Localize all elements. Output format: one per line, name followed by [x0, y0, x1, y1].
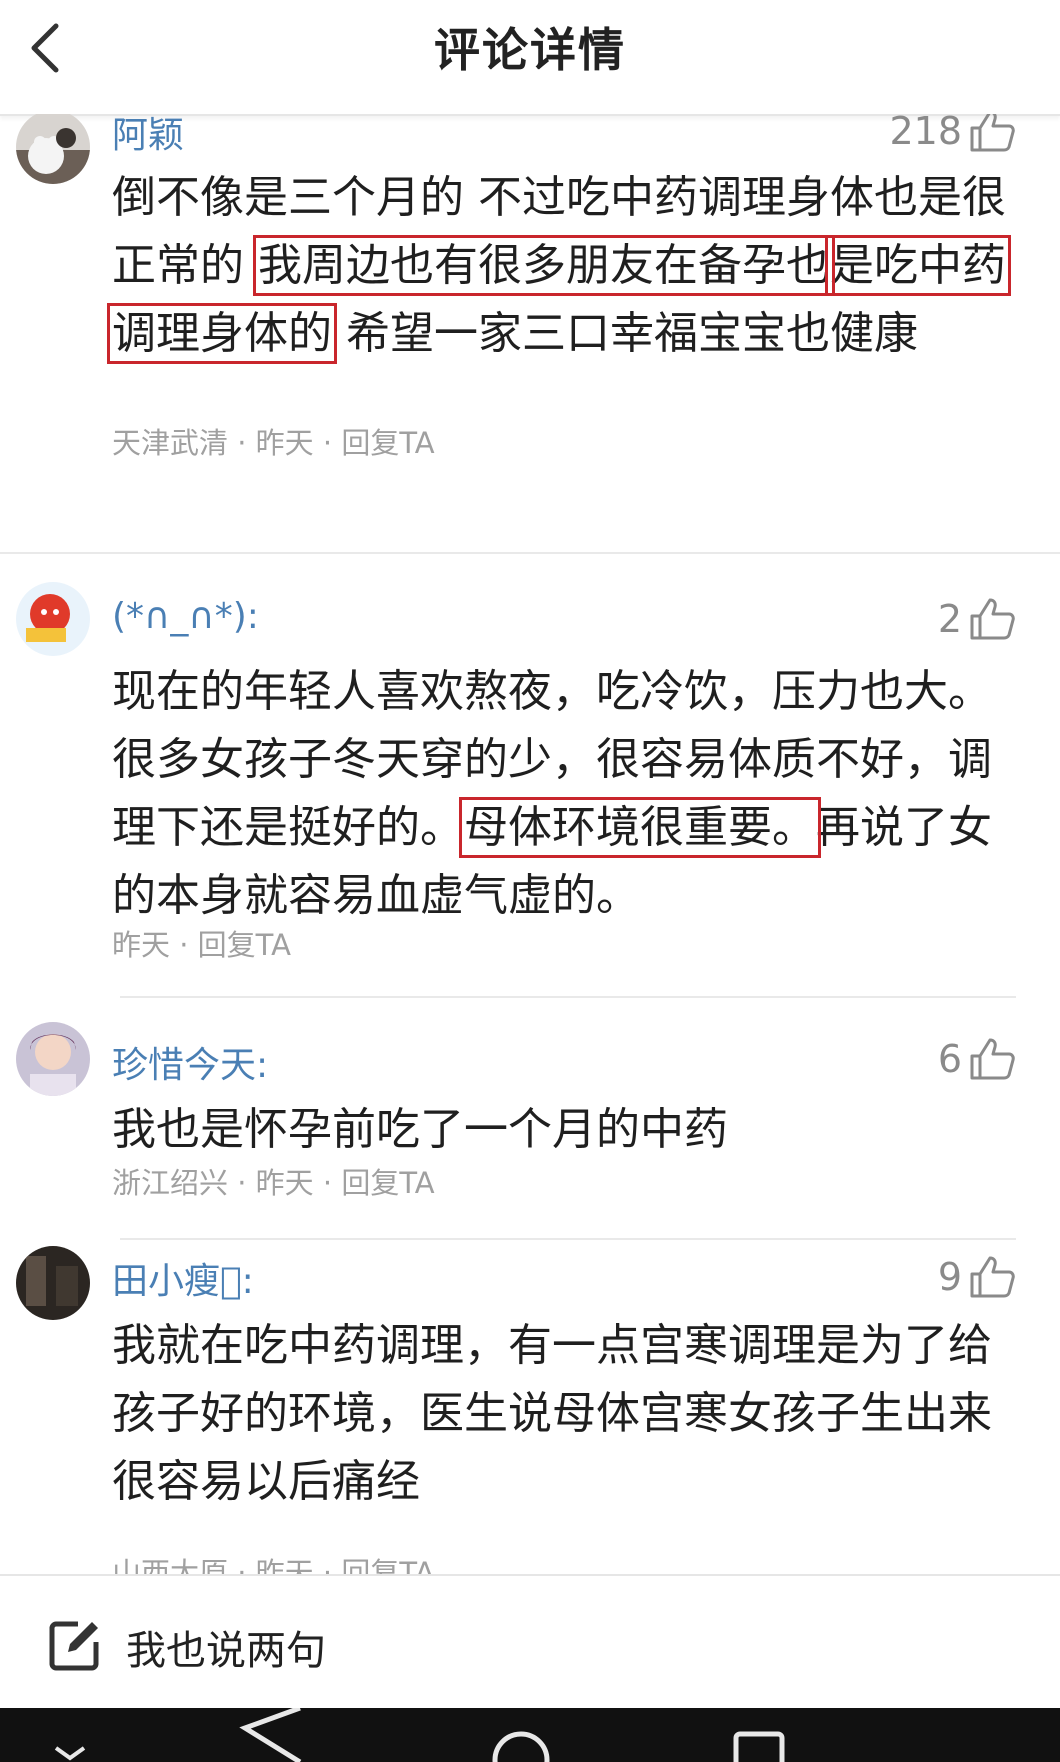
comment-text: 我就在吃中药调理，有一点宫寒调理是为了给孩子好的环境，医生说母体宫寒女孩子生出来… [112, 1312, 1032, 1516]
separator: · [322, 426, 333, 460]
circle-home-icon[interactable] [492, 1731, 550, 1762]
commenter-name[interactable]: 阿颖 [112, 114, 184, 158]
comment-meta: 天津武清 · 昨天 · 回复TA [112, 420, 435, 462]
comment-meta: 山西太原 · 昨天 · 回复TA [112, 1550, 435, 1574]
divider [120, 996, 1016, 998]
like-count: 2 [937, 597, 962, 641]
timestamp: 昨天 [112, 928, 171, 962]
thumb-up-icon[interactable] [968, 114, 1016, 154]
like-button[interactable]: 2 [938, 596, 1016, 642]
like-count: 218 [889, 114, 962, 153]
highlighted-text: 我周边也有很多朋友在备孕也 [253, 235, 835, 296]
timestamp: 昨天 [255, 1166, 314, 1200]
location: 天津武清 [112, 426, 229, 460]
avatar[interactable] [16, 1022, 90, 1096]
page-title: 评论详情 [434, 23, 626, 77]
top-bar: 评论详情 [0, 0, 1060, 116]
edit-icon[interactable] [48, 1618, 102, 1672]
comment-list[interactable]: 阿颖 218 倒不像是三个月的 不过吃中药调理身体也是很正常的 我周边也有很多朋… [0, 114, 1060, 1574]
system-navigation-bar [0, 1708, 1060, 1762]
comment-meta: 昨天 · 回复TA [112, 922, 291, 964]
reply-link[interactable]: 回复TA [341, 426, 434, 460]
divider [120, 1238, 1016, 1240]
separator: · [322, 1556, 333, 1574]
reply-link[interactable]: 回复TA [198, 928, 291, 962]
timestamp: 昨天 [255, 1556, 314, 1574]
timestamp: 昨天 [255, 426, 314, 460]
avatar[interactable] [16, 582, 90, 656]
highlighted-text: 母体环境很重要。 [459, 797, 821, 858]
thumb-up-icon[interactable] [968, 596, 1016, 642]
chevron-down-icon[interactable] [54, 1746, 86, 1761]
separator: · [237, 1166, 247, 1200]
reply-link[interactable]: 回复TA [341, 1166, 434, 1200]
like-button[interactable]: 218 [889, 114, 1016, 154]
comment-text-part: 我就在吃中药调理，有一点宫寒调理是为了给孩子好的环境，医生说母体宫寒女孩子生出来… [112, 1320, 992, 1507]
commenter-name[interactable]: (*∩_∩*): [112, 596, 259, 637]
thumb-up-icon[interactable] [968, 1254, 1016, 1300]
divider [0, 552, 1060, 554]
location: 浙江绍兴 [112, 1166, 229, 1200]
avatar[interactable] [16, 1246, 90, 1320]
commenter-name[interactable]: 田小瘦 : [112, 1252, 254, 1304]
separator: · [322, 1166, 333, 1200]
triangle-back-icon[interactable] [239, 1708, 302, 1762]
comment-text: 现在的年轻人喜欢熬夜，吃冷饮，压力也大。很多女孩子冬天穿的少，很容易体质不好，调… [112, 658, 1032, 930]
write-comment-input[interactable]: 我也说两句 [126, 1618, 326, 1676]
like-button[interactable]: 6 [938, 1036, 1016, 1082]
comment-meta: 浙江绍兴 · 昨天 · 回复TA [112, 1160, 435, 1202]
like-count: 6 [937, 1037, 962, 1081]
comment-text: 倒不像是三个月的 不过吃中药调理身体也是很正常的 我周边也有很多朋友在备孕也是吃… [107, 164, 1032, 368]
thumb-up-icon[interactable] [968, 1036, 1016, 1082]
separator: · [179, 928, 189, 962]
comment-text: 我也是怀孕前吃了一个月的中药 [112, 1096, 1032, 1164]
comment-input-bar[interactable]: 我也说两句 [0, 1574, 1060, 1710]
comment-text-part: 我也是怀孕前吃了一个月的中药 [112, 1104, 728, 1155]
like-count: 9 [937, 1255, 962, 1299]
square-recent-icon[interactable] [733, 1731, 785, 1762]
separator: · [237, 1556, 247, 1574]
location: 山西太原 [112, 1556, 229, 1574]
avatar[interactable] [16, 114, 90, 184]
reply-link[interactable]: 回复TA [341, 1556, 434, 1574]
separator: · [237, 426, 247, 460]
comment-text-part: 希望一家三口幸福宝宝也健康 [332, 308, 918, 359]
commenter-name[interactable]: 珍惜今天: [112, 1036, 268, 1088]
like-button[interactable]: 9 [938, 1254, 1016, 1300]
